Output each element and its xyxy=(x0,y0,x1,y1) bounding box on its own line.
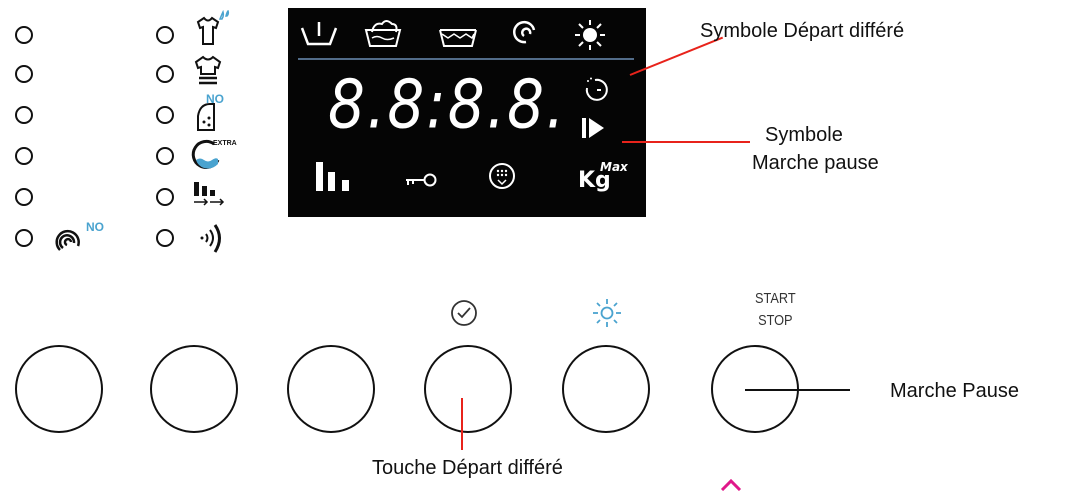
led-indicator xyxy=(156,106,174,124)
start-stop-label: START STOP xyxy=(755,288,796,332)
kg-max-label: Max xyxy=(600,160,628,174)
delayed-start-clock-icon xyxy=(451,300,477,326)
caret-mark xyxy=(720,478,742,491)
option-button-1[interactable] xyxy=(15,345,103,433)
easy-iron-shirt-icon xyxy=(196,10,230,45)
option-button-2[interactable] xyxy=(150,345,238,433)
child-lock-key-icon xyxy=(406,173,437,187)
drying-button[interactable] xyxy=(562,345,650,433)
led-indicator xyxy=(15,188,33,206)
spin-icon xyxy=(513,20,536,44)
callout-line xyxy=(461,398,463,450)
led-indicator xyxy=(15,65,33,83)
led-indicator xyxy=(156,229,174,247)
stop-label: STOP xyxy=(758,312,793,329)
callout-pause-symbol-line1: Symbole xyxy=(765,124,843,146)
callout-pause-button: Marche Pause xyxy=(890,380,1019,402)
led-indicator xyxy=(15,106,33,124)
prewash-icon xyxy=(300,22,338,46)
display-digits: 8.8:8.8. xyxy=(328,65,567,144)
no-spin-label: NO xyxy=(86,220,104,234)
drain-icon xyxy=(489,163,515,189)
led-indicator xyxy=(15,147,33,165)
rinse-icon xyxy=(439,29,477,47)
start-label: START xyxy=(755,290,796,307)
callout-delayed-start-symbol: Symbole Départ différé xyxy=(700,20,905,42)
callout-delayed-start-button: Touche Départ différé xyxy=(372,457,563,479)
spin-no-icon xyxy=(55,229,80,251)
spin-level-icon xyxy=(194,182,225,206)
sun-button-icon xyxy=(593,299,621,327)
lcd-display: 8.8:8.8. Kg Max xyxy=(288,8,646,217)
delayed-start-button[interactable] xyxy=(424,345,512,433)
led-indicator xyxy=(156,65,174,83)
led-indicator xyxy=(15,229,33,247)
led-indicator xyxy=(156,26,174,44)
level-bars-icon xyxy=(316,162,349,191)
led-indicator xyxy=(15,26,33,44)
no-iron-label: NO xyxy=(206,92,224,106)
signal-icon xyxy=(200,224,221,253)
callout-pause-symbol-line2: Marche pause xyxy=(752,152,879,174)
led-indicator xyxy=(156,188,174,206)
extra-rinse-label: EXTRA xyxy=(213,140,237,147)
wash-icon xyxy=(364,20,402,47)
sun-icon xyxy=(575,20,605,50)
led-indicator xyxy=(156,147,174,165)
option-button-3[interactable] xyxy=(287,345,375,433)
callout-line xyxy=(622,141,750,143)
callout-line xyxy=(745,389,850,391)
delayed-start-timer-icon xyxy=(585,77,608,101)
shirt-icon xyxy=(194,55,222,85)
pause-play-icon xyxy=(582,118,604,138)
